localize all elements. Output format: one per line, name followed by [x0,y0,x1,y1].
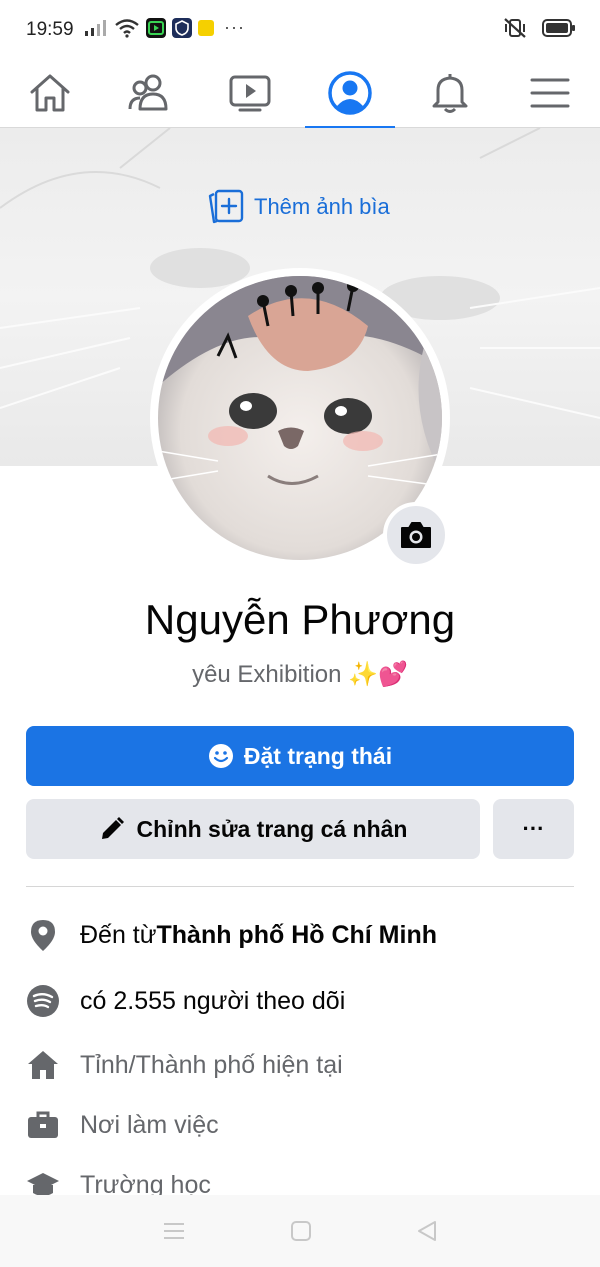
tab-profile[interactable] [300,58,400,129]
tab-friends[interactable] [100,58,200,128]
bell-icon [432,74,468,113]
detail-current-city[interactable]: Tỉnh/Thành phố hiện tại [26,1045,343,1085]
status-bar: 19:59 ··· [0,0,600,58]
hometown-value: Thành phố Hồ Chí Minh [156,920,438,949]
back-icon[interactable] [416,1220,438,1242]
signal-icon [85,19,106,36]
camera-icon [401,522,431,548]
status-right-icons [502,17,576,39]
top-nav-bar [0,58,600,129]
vibrate-mute-icon [504,18,526,38]
briefcase-icon [26,1108,60,1142]
detail-followers: có 2.555 người theo dõi [26,981,345,1021]
workplace-label: Nơi làm việc [80,1110,219,1139]
app-notification-icon [146,17,166,38]
followers-icon [26,984,60,1018]
smiley-icon [208,744,233,768]
change-profile-picture-button[interactable] [383,502,449,568]
followers-count: có 2.555 người theo dõi [80,986,346,1015]
house-icon [26,1048,60,1082]
profile-bio: yêu Exhibition ✨💕 [192,661,408,688]
hamburger-menu-icon [530,78,570,108]
detail-hometown: Đến từ Thành phố Hồ Chí Minh [26,915,437,955]
detail-workplace[interactable]: Nơi làm việc [26,1105,219,1145]
wifi-icon [115,18,139,38]
video-icon [229,75,271,112]
system-navigation-bar [0,1195,600,1267]
shield-app-icon [172,17,192,38]
location-pin-icon [26,918,60,952]
tab-notifications[interactable] [400,58,500,128]
more-notifications-icon: ··· [224,17,245,37]
tab-home[interactable] [0,58,100,128]
home-icon [30,74,70,112]
tab-menu[interactable] [500,58,600,128]
add-cover-photo-button[interactable]: Thêm ảnh bìa [206,188,390,226]
profile-icon [328,71,372,115]
add-cover-photo-label: Thêm ảnh bìa [254,194,390,219]
recent-apps-icon[interactable] [162,1221,186,1241]
set-status-button[interactable]: Đặt trạng thái [26,726,574,786]
hometown-prefix: Đến từ [80,920,157,949]
pencil-icon [101,817,124,839]
edit-profile-button[interactable]: Chỉnh sửa trang cá nhân [26,799,480,859]
divider [26,886,574,887]
battery-icon [542,19,575,37]
add-photo-icon [208,189,244,224]
status-left-icons: ··· [84,17,245,38]
tab-watch[interactable] [200,58,300,128]
more-options-button[interactable]: ··· [493,799,574,859]
more-dots-icon: ··· [522,816,545,841]
friends-icon [128,74,168,111]
home-button-icon[interactable] [290,1220,312,1242]
status-time: 19:59 [26,19,74,40]
current-city-label: Tỉnh/Thành phố hiện tại [80,1050,343,1079]
profile-name: Nguyễn Phương [144,596,456,643]
set-status-label: Đặt trạng thái [243,742,393,769]
edit-profile-label: Chỉnh sửa trang cá nhân [136,815,408,842]
bell-app-icon [198,19,214,36]
